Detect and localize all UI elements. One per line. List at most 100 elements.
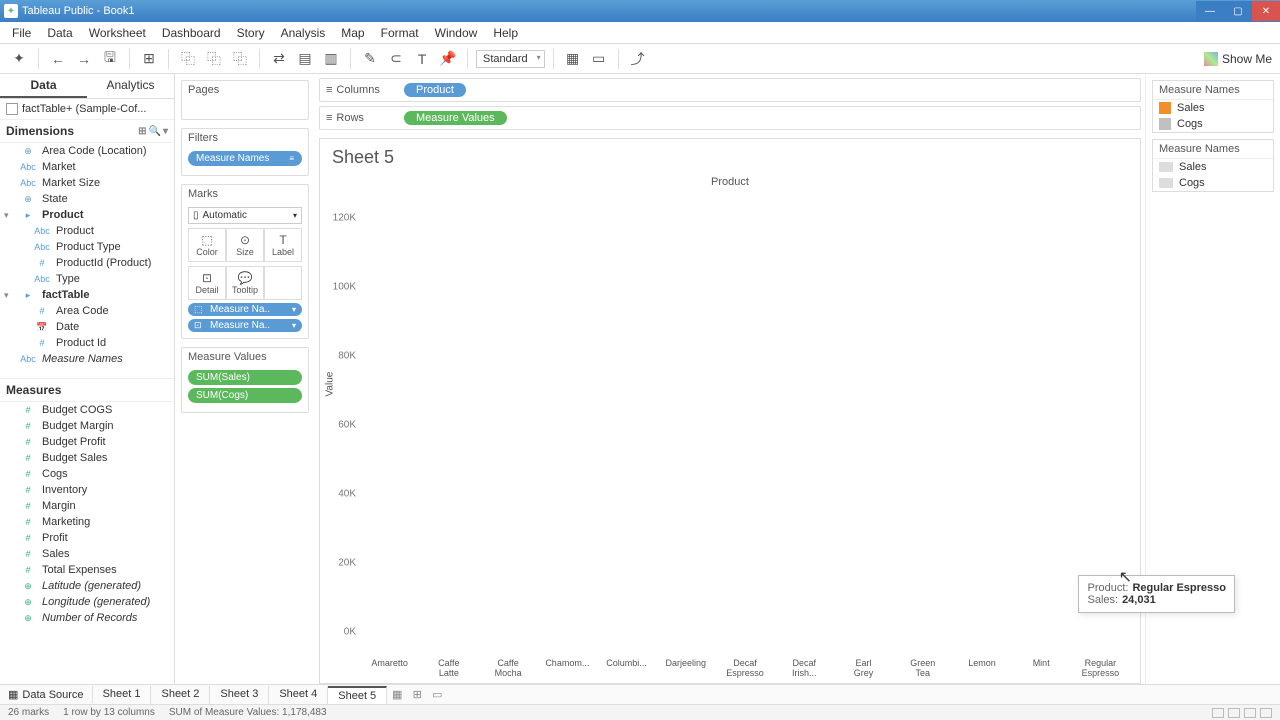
clear-button[interactable]: ⿻ bbox=[229, 48, 251, 70]
new-dashboard-tab[interactable]: ⊞ bbox=[407, 688, 427, 701]
pill-sum-sales[interactable]: SUM(Sales) bbox=[188, 370, 302, 385]
text-button[interactable]: T bbox=[411, 48, 433, 70]
filter-pill-measure-names[interactable]: Measure Names≡ bbox=[188, 151, 302, 166]
measure-field[interactable]: #Inventory bbox=[0, 482, 174, 498]
back-button[interactable]: ← bbox=[47, 48, 69, 70]
menu-dashboard[interactable]: Dashboard bbox=[154, 24, 229, 42]
sheet-tab[interactable]: Sheet 1 bbox=[93, 686, 152, 704]
sheet-title[interactable]: Sheet 5 bbox=[320, 139, 1140, 176]
datasource-item[interactable]: factTable+ (Sample-Cof... bbox=[0, 99, 174, 120]
dimension-field[interactable]: AbcProduct bbox=[0, 223, 174, 239]
dimension-field[interactable]: ⊕Area Code (Location) bbox=[0, 143, 174, 159]
measure-field[interactable]: #Marketing bbox=[0, 514, 174, 530]
fit-dropdown[interactable]: Standard bbox=[476, 50, 545, 68]
menu-format[interactable]: Format bbox=[373, 24, 427, 42]
menu-data[interactable]: Data bbox=[39, 24, 80, 42]
pin-button[interactable]: 📌 bbox=[437, 48, 459, 70]
presentation-button[interactable]: ▭ bbox=[588, 48, 610, 70]
menu-icon[interactable]: ▾ bbox=[163, 126, 168, 137]
maximize-button[interactable]: ▢ bbox=[1224, 1, 1252, 21]
pill-sum-cogs[interactable]: SUM(Cogs) bbox=[188, 388, 302, 403]
mark-btn-label[interactable]: TLabel bbox=[264, 228, 302, 262]
chart-viz[interactable]: Sheet 5 Product 0K20K40K60K80K100K120K V… bbox=[319, 138, 1141, 684]
new-worksheet-tab[interactable]: ▦ bbox=[387, 688, 407, 701]
mark-btn-detail[interactable]: ⊡Detail bbox=[188, 266, 226, 300]
measure-field[interactable]: #Total Expenses bbox=[0, 562, 174, 578]
legend-item-cogs[interactable]: Cogs bbox=[1153, 116, 1273, 132]
share-button[interactable]: ⤴ bbox=[627, 48, 649, 70]
close-button[interactable]: ✕ bbox=[1252, 1, 1280, 21]
dimension-field[interactable]: AbcMarket Size bbox=[0, 175, 174, 191]
dimension-field[interactable]: AbcType bbox=[0, 271, 174, 287]
status-icon-2[interactable] bbox=[1228, 708, 1240, 718]
status-icon-1[interactable] bbox=[1212, 708, 1224, 718]
sheet-tab[interactable]: Sheet 2 bbox=[151, 686, 210, 704]
menu-help[interactable]: Help bbox=[485, 24, 526, 42]
view-icon[interactable]: ⊞ bbox=[138, 126, 146, 137]
sort-desc-button[interactable]: ▥ bbox=[320, 48, 342, 70]
showme-button[interactable]: Show Me bbox=[1204, 52, 1272, 66]
dimension-field[interactable]: AbcProduct Type bbox=[0, 239, 174, 255]
forward-button[interactable]: → bbox=[73, 48, 95, 70]
measure-field[interactable]: ⊕Number of Records bbox=[0, 610, 174, 626]
data-source-tab[interactable]: ▦ Data Source bbox=[0, 686, 93, 703]
measure-field[interactable]: ⊕Latitude (generated) bbox=[0, 578, 174, 594]
rows-shelf[interactable]: ≡Rows Measure Values bbox=[319, 106, 1141, 130]
measure-field[interactable]: #Sales bbox=[0, 546, 174, 562]
mark-color-pill[interactable]: ⬚ Measure Na..▾ bbox=[188, 303, 302, 316]
swap-button[interactable]: ⇄ bbox=[268, 48, 290, 70]
cards-button[interactable]: ▦ bbox=[562, 48, 584, 70]
dimension-field[interactable]: ▾▸Product bbox=[0, 207, 174, 223]
sort-asc-button[interactable]: ▤ bbox=[294, 48, 316, 70]
save-button[interactable]: 🖫 bbox=[99, 48, 121, 70]
columns-shelf[interactable]: ≡Columns Product bbox=[319, 78, 1141, 102]
mark-btn-tooltip[interactable]: 💬Tooltip bbox=[226, 266, 264, 300]
new-worksheet-button[interactable]: ⿻ bbox=[177, 48, 199, 70]
minimize-button[interactable]: — bbox=[1196, 1, 1224, 21]
duplicate-button[interactable]: ⿻ bbox=[203, 48, 225, 70]
rows-pill-measure-values[interactable]: Measure Values bbox=[404, 111, 507, 125]
menu-window[interactable]: Window bbox=[427, 24, 486, 42]
menu-map[interactable]: Map bbox=[333, 24, 372, 42]
marks-type-dropdown[interactable]: ▯ Automatic bbox=[188, 207, 302, 224]
measure-field[interactable]: #Cogs bbox=[0, 466, 174, 482]
dimension-field[interactable]: ⊕State bbox=[0, 191, 174, 207]
measure-field[interactable]: #Budget Profit bbox=[0, 434, 174, 450]
search-icon[interactable]: 🔍 bbox=[149, 126, 161, 137]
filter-item-sales[interactable]: Sales bbox=[1153, 159, 1273, 175]
new-story-tab[interactable]: ▭ bbox=[427, 688, 447, 701]
group-button[interactable]: ⊂ bbox=[385, 48, 407, 70]
columns-pill-product[interactable]: Product bbox=[404, 83, 466, 97]
dimension-field[interactable]: ▾▸factTable bbox=[0, 287, 174, 303]
measure-field[interactable]: #Margin bbox=[0, 498, 174, 514]
new-datasource-button[interactable]: ⊞ bbox=[138, 48, 160, 70]
tableau-icon[interactable]: ✦ bbox=[8, 48, 30, 70]
status-icon-3[interactable] bbox=[1244, 708, 1256, 718]
dimension-field[interactable]: #ProductId (Product) bbox=[0, 255, 174, 271]
status-icon-4[interactable] bbox=[1260, 708, 1272, 718]
measure-field[interactable]: #Budget Sales bbox=[0, 450, 174, 466]
legend-item-sales[interactable]: Sales bbox=[1153, 100, 1273, 116]
menu-worksheet[interactable]: Worksheet bbox=[81, 24, 154, 42]
filter-item-cogs[interactable]: Cogs bbox=[1153, 175, 1273, 191]
dimension-field[interactable]: 📅Date bbox=[0, 319, 174, 335]
measure-field[interactable]: ⊕Longitude (generated) bbox=[0, 594, 174, 610]
tab-analytics[interactable]: Analytics bbox=[87, 74, 174, 98]
tab-data[interactable]: Data bbox=[0, 74, 87, 98]
sheet-tab[interactable]: Sheet 5 bbox=[328, 686, 387, 704]
sheet-tab[interactable]: Sheet 4 bbox=[269, 686, 328, 704]
measure-field[interactable]: #Budget COGS bbox=[0, 402, 174, 418]
chart-plot-area[interactable] bbox=[360, 195, 1130, 643]
dimension-field[interactable]: #Area Code bbox=[0, 303, 174, 319]
dimension-field[interactable]: AbcMeasure Names bbox=[0, 351, 174, 367]
highlight-button[interactable]: ✎ bbox=[359, 48, 381, 70]
mark-btn-color[interactable]: ⬚Color bbox=[188, 228, 226, 262]
measure-field[interactable]: #Profit bbox=[0, 530, 174, 546]
dimension-field[interactable]: #Product Id bbox=[0, 335, 174, 351]
mark-detail-pill[interactable]: ⊡ Measure Na..▾ bbox=[188, 319, 302, 332]
menu-file[interactable]: File bbox=[4, 24, 39, 42]
mark-btn-size[interactable]: ⊙Size bbox=[226, 228, 264, 262]
sheet-tab[interactable]: Sheet 3 bbox=[210, 686, 269, 704]
dimension-field[interactable]: AbcMarket bbox=[0, 159, 174, 175]
menu-analysis[interactable]: Analysis bbox=[273, 24, 334, 42]
